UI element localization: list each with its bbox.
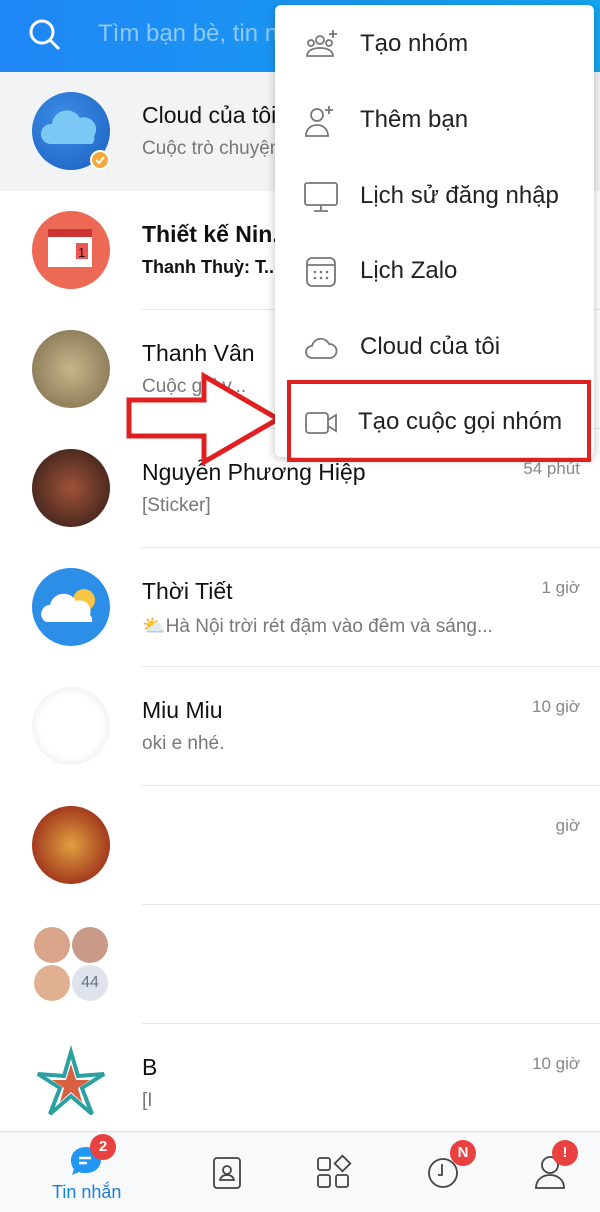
svg-text:1: 1 <box>78 245 85 260</box>
menu-item-label: Tạo nhóm <box>360 30 469 57</box>
tab-messages[interactable]: 2 Tin nhắn <box>28 1132 148 1212</box>
conversation-message: [I <box>142 1090 153 1111</box>
conversation-name: Thời Tiết <box>142 578 233 604</box>
conversation-name: Thiết kế Nin... <box>142 221 292 247</box>
group-add-icon <box>306 30 337 57</box>
menu-item-zalo-calendar[interactable]: Lịch Zalo <box>275 235 594 310</box>
conversation-message: Cuộc trò chuyện <box>142 138 281 159</box>
menu-item-create-group[interactable]: Tạo nhóm <box>275 8 594 83</box>
conversation-message: ⛅Hà Nội trời rét đậm vào đêm và sáng... <box>142 616 493 637</box>
conversation-name: Miu Miu <box>142 697 223 723</box>
new-badge: N <box>450 1140 476 1166</box>
alert-badge: ! <box>552 1140 578 1166</box>
menu-item-label: Lịch sử đăng nhập <box>360 182 559 209</box>
search-icon[interactable] <box>28 18 62 52</box>
conversation-item[interactable]: Miu Miu oki e nhé. 10 giờ <box>0 667 600 786</box>
person-add-icon <box>305 106 333 137</box>
bottom-nav: 2 Tin nhắn N ! <box>0 1131 600 1211</box>
calendar-icon <box>306 257 336 287</box>
conversation-name: Cloud của tôi <box>142 102 277 128</box>
menu-item-label: Lịch Zalo <box>360 257 458 284</box>
cloud-icon <box>305 337 338 359</box>
conversation-time: 10 giờ <box>531 1054 580 1073</box>
conversation-item[interactable]: 44 <box>0 905 600 1024</box>
tab-discover[interactable] <box>274 1132 394 1212</box>
tab-label: Tin nhắn <box>52 1182 122 1202</box>
unread-badge: 2 <box>90 1134 116 1160</box>
conversation-time: giờ <box>555 816 580 835</box>
menu-item-label: Thêm bạn <box>360 106 469 133</box>
conversation-message: oki e nhé. <box>142 733 225 754</box>
conversation-item[interactable]: Thời Tiết ⛅Hà Nội trời rét đậm vào đêm v… <box>0 548 600 667</box>
avatar <box>32 1044 110 1122</box>
tab-profile[interactable]: ! <box>490 1132 600 1212</box>
avatar <box>32 687 110 765</box>
avatar <box>32 568 110 646</box>
menu-item-login-history[interactable]: Lịch sử đăng nhập <box>275 160 594 235</box>
conversation-message: Thanh Thuỳ: T... <box>142 257 279 277</box>
conversation-time: 1 giờ <box>541 578 580 597</box>
menu-item-add-friend[interactable]: Thêm bạn <box>275 84 594 159</box>
avatar <box>32 806 110 884</box>
conversation-name: B <box>142 1054 158 1080</box>
menu-item-label: Cloud của tôi <box>360 333 501 360</box>
apps-icon <box>317 1154 352 1188</box>
conversation-name: Thanh Vân <box>142 340 255 366</box>
avatar <box>32 449 110 527</box>
contacts-icon <box>213 1157 241 1189</box>
avatar <box>32 330 110 408</box>
conversation-item[interactable]: B [I 10 giờ <box>0 1024 600 1143</box>
arrow-annotation <box>126 372 283 466</box>
highlight-box <box>287 380 591 462</box>
group-avatar: 44 <box>34 927 114 1007</box>
monitor-icon <box>304 182 338 212</box>
conversation-message: [Sticker] <box>142 495 211 516</box>
conversation-item[interactable]: giờ <box>0 786 600 905</box>
avatar <box>32 92 110 170</box>
conversation-time: 54 phút <box>523 459 580 478</box>
menu-item-my-cloud[interactable]: Cloud của tôi <box>275 311 594 386</box>
group-member-count: 44 <box>72 965 108 1001</box>
tab-contacts[interactable] <box>168 1132 288 1212</box>
tab-timeline[interactable]: N <box>382 1132 502 1212</box>
avatar: 1 <box>32 211 110 289</box>
conversation-time: 10 giờ <box>531 697 580 716</box>
